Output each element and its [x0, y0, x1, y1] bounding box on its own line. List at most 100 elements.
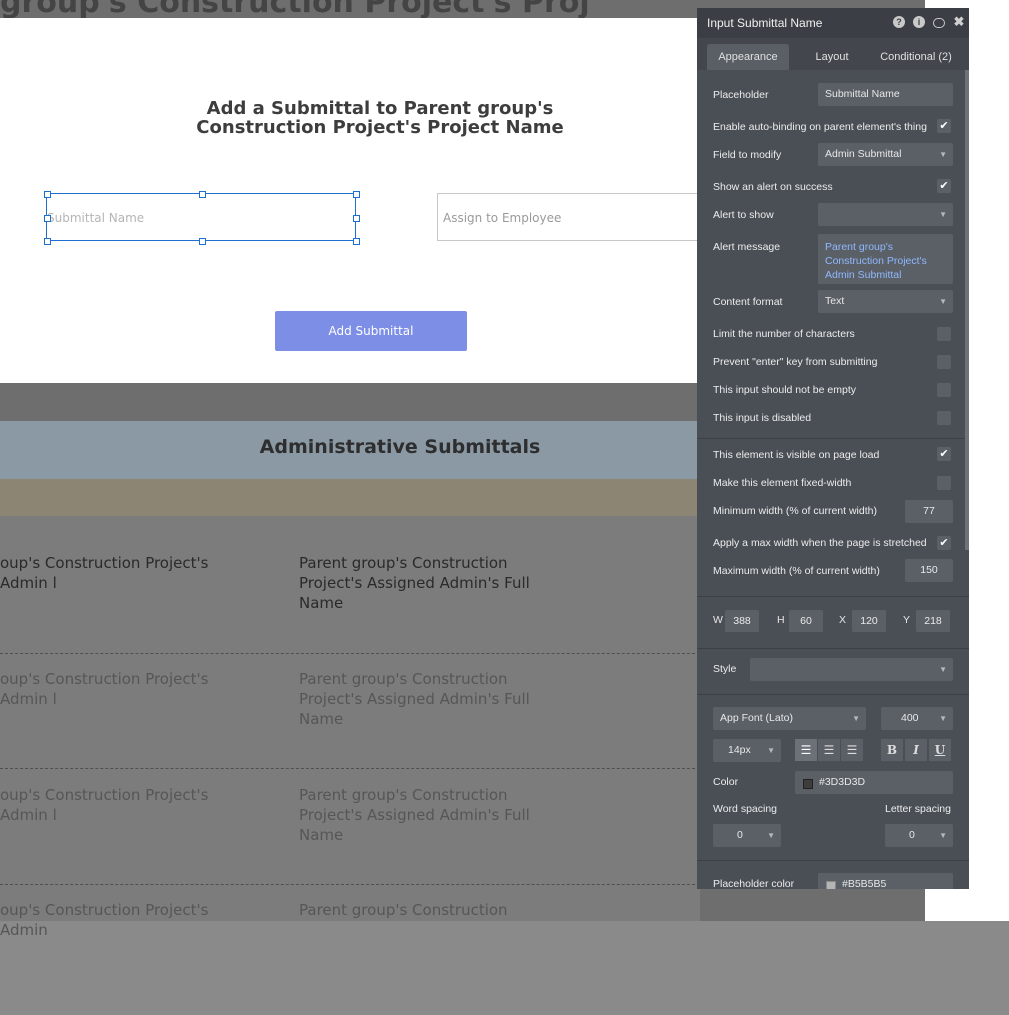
field-to-modify-dropdown[interactable]: Admin Submittal ▼ [818, 143, 953, 166]
page-top-title-clipped: group's Construction Project's Proj [0, 0, 590, 20]
underline-button[interactable]: U [929, 739, 951, 761]
placeholder-color-label: Placeholder color [713, 878, 795, 889]
prevent-enter-label: Prevent "enter" key from submitting [713, 356, 878, 368]
chevron-down-icon: ▼ [939, 831, 947, 840]
align-center-icon[interactable]: ☰ [818, 739, 840, 761]
chevron-down-icon: ▼ [939, 714, 947, 723]
disabled-label: This input is disabled [713, 412, 812, 424]
content-format-dropdown[interactable]: Text ▼ [818, 290, 953, 313]
color-label: Color [713, 776, 739, 788]
y-field[interactable]: 218 [916, 610, 950, 632]
max-width-field[interactable]: 150 [905, 559, 953, 582]
word-spacing-label: Word spacing [713, 803, 778, 815]
autobind-label: Enable auto-binding on parent element's … [713, 121, 927, 133]
add-submittal-button[interactable]: Add Submittal [275, 311, 467, 351]
tab-layout[interactable]: Layout [805, 44, 859, 70]
style-dropdown[interactable]: ▼ [750, 658, 953, 681]
font-size-dropdown[interactable]: 14px ▼ [713, 739, 781, 762]
disabled-checkbox[interactable] [937, 411, 951, 425]
chevron-down-icon: ▼ [939, 297, 947, 306]
bold-button[interactable]: B [881, 739, 903, 761]
prevent-enter-checkbox[interactable] [937, 355, 951, 369]
placeholder-color-field[interactable]: #B5B5B5 [818, 873, 953, 889]
not-empty-checkbox[interactable] [937, 383, 951, 397]
h-label: H [777, 614, 785, 626]
section-divider [697, 648, 969, 649]
alert-to-show-label: Alert to show [713, 209, 774, 221]
font-weight-dropdown[interactable]: 400 ▼ [881, 707, 953, 730]
color-field[interactable]: #3D3D3D [795, 771, 953, 794]
chevron-down-icon: ▼ [767, 746, 775, 755]
table-row: oup's Construction Project's Admin l Par… [0, 669, 700, 784]
font-family-dropdown[interactable]: App Font (Lato) ▼ [713, 707, 866, 730]
alert-success-checkbox[interactable]: ✔ [937, 179, 951, 193]
editor-title: Input Submittal Name [707, 16, 823, 30]
alert-message-label: Alert message [713, 241, 781, 253]
italic-button[interactable]: I [905, 739, 927, 761]
autobind-checkbox[interactable]: ✔ [937, 119, 951, 133]
resize-handle-left[interactable] [44, 215, 51, 222]
resize-handle-right[interactable] [353, 215, 360, 222]
visible-on-load-checkbox[interactable]: ✔ [937, 447, 951, 461]
table-row: oup's Construction Project's Admin l Par… [0, 553, 700, 668]
resize-handle-top[interactable] [199, 191, 206, 198]
assign-employee-placeholder: Assign to Employee [443, 211, 562, 225]
alert-to-show-dropdown[interactable]: ▼ [818, 203, 953, 226]
letter-spacing-dropdown[interactable]: 0 ▼ [885, 824, 953, 847]
section-divider [697, 596, 969, 597]
form-title: Add a Submittal to Parent group's Constr… [196, 98, 564, 138]
placeholder-color-swatch [826, 881, 836, 889]
editor-scrollbar[interactable] [965, 70, 969, 550]
row-divider [0, 768, 700, 769]
style-label: Style [713, 663, 737, 675]
text-align-group: ☰ ☰ ☰ [795, 739, 865, 761]
tab-conditional[interactable]: Conditional (2) [873, 44, 959, 70]
max-width-apply-checkbox[interactable]: ✔ [937, 536, 951, 550]
property-editor-panel: Input Submittal Name ? i ✖ Appearance La… [697, 8, 969, 889]
placeholder-label: Placeholder [713, 89, 769, 101]
resize-handle-bottom-left[interactable] [44, 238, 51, 245]
table-header-bar [0, 479, 700, 516]
field-to-modify-value: Admin Submittal [825, 148, 902, 160]
comment-icon[interactable] [933, 18, 945, 28]
min-width-label: Minimum width (% of current width) [713, 505, 877, 517]
help-icon[interactable]: ? [893, 16, 905, 28]
row-assigned-admin: Parent group's Construction Project's As… [299, 554, 530, 612]
word-spacing-value: 0 [737, 829, 743, 841]
assign-employee-input[interactable]: Assign to Employee [437, 193, 702, 241]
close-icon[interactable]: ✖ [953, 15, 965, 28]
h-field[interactable]: 60 [789, 610, 823, 632]
admin-section-title: Administrative Submittals [259, 436, 541, 458]
min-width-field[interactable]: 77 [905, 500, 953, 523]
x-label: X [839, 614, 847, 626]
word-spacing-dropdown[interactable]: 0 ▼ [713, 824, 781, 847]
row-admin-submittal: oup's Construction Project's Admin l [0, 554, 209, 592]
chevron-down-icon: ▼ [939, 665, 947, 674]
resize-handle-bottom-right[interactable] [353, 238, 360, 245]
chevron-down-icon: ▼ [939, 210, 947, 219]
row-divider [0, 884, 700, 885]
resize-handle-top-left[interactable] [44, 191, 51, 198]
submittal-name-input[interactable]: Submittal Name [44, 191, 360, 245]
color-swatch [803, 779, 813, 789]
alert-message-field[interactable]: Parent group's Construction Project's Ad… [818, 234, 953, 284]
placeholder-field[interactable]: Submittal Name [818, 83, 953, 106]
content-format-value: Text [825, 295, 845, 307]
max-width-label: Maximum width (% of current width) [713, 565, 880, 577]
resize-handle-bottom[interactable] [199, 238, 206, 245]
tab-appearance[interactable]: Appearance [707, 44, 789, 70]
resize-handle-top-right[interactable] [353, 191, 360, 198]
align-left-icon[interactable]: ☰ [795, 739, 817, 761]
y-label: Y [903, 614, 911, 626]
w-field[interactable]: 388 [725, 610, 759, 632]
font-weight-value: 400 [901, 712, 919, 724]
chevron-down-icon: ▼ [852, 714, 860, 723]
fixed-width-checkbox[interactable] [937, 476, 951, 490]
limit-chars-checkbox[interactable] [937, 327, 951, 341]
row-admin-submittal: oup's Construction Project's Admin l [0, 670, 209, 708]
align-right-icon[interactable]: ☰ [841, 739, 863, 761]
info-icon[interactable]: i [913, 16, 925, 28]
section-divider [697, 438, 969, 439]
x-field[interactable]: 120 [852, 610, 886, 632]
max-width-apply-label: Apply a max width when the page is stret… [713, 537, 927, 549]
